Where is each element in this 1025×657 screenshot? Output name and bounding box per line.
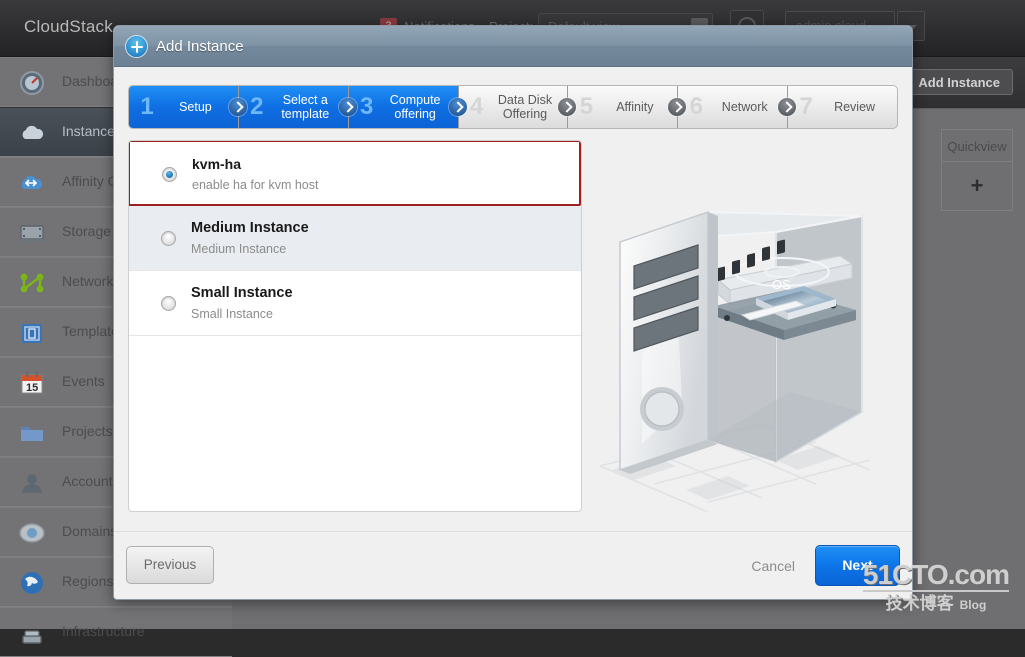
wizard-step-label: Network <box>708 100 787 114</box>
offering-description: Medium Instance <box>191 242 286 256</box>
offering-name: Medium Instance <box>191 220 309 236</box>
os-disc-label: OS <box>772 277 791 292</box>
templates-icon <box>18 320 46 346</box>
illustration-panel: OS <box>582 140 898 531</box>
table-column-divider <box>909 129 941 211</box>
offering-radio[interactable] <box>162 167 177 182</box>
offering-radio[interactable] <box>161 231 176 246</box>
affinity-cloud-icon <box>18 170 46 196</box>
offering-row[interactable]: Medium Instance Medium Instance <box>129 206 581 271</box>
offering-description: Small Instance <box>191 307 273 321</box>
wizard-step-5[interactable]: 5Affinity <box>568 86 678 128</box>
globe-icon <box>18 570 46 596</box>
sidebar-item-label: Events <box>62 373 105 389</box>
wizard-step-4[interactable]: 4Data DiskOffering <box>459 86 569 128</box>
sidebar-item-label: Accounts <box>62 473 120 489</box>
quickview-cell[interactable]: + <box>941 162 1013 211</box>
wizard-step-label: Data DiskOffering <box>489 93 568 121</box>
sidebar-item-label: Storage <box>62 223 111 239</box>
add-instance-dialog: Add Instance 1Setup2Select atemplate3Com… <box>113 25 913 600</box>
add-instance-label: Add Instance <box>918 75 1000 90</box>
svg-text:15: 15 <box>26 382 38 394</box>
wizard-steps: 1Setup2Select atemplate3Computeoffering4… <box>128 85 898 129</box>
sidebar-item-label: Infrastructure <box>62 623 144 639</box>
calendar-icon: 15 <box>18 370 46 396</box>
previous-button[interactable]: Previous <box>126 546 214 584</box>
wizard-step-number: 1 <box>129 93 159 121</box>
brand-logo: CloudStack <box>24 17 113 37</box>
folder-icon <box>18 420 46 446</box>
wizard-step-7[interactable]: 7Review <box>788 86 897 128</box>
compute-offering-list[interactable]: kvm-ha enable ha for kvm host Medium Insta… <box>128 140 582 512</box>
network-nodes-icon <box>18 270 46 296</box>
wizard-step-label: Setup <box>159 100 238 114</box>
dashboard-gauge-icon <box>18 70 46 96</box>
sidebar-item-label: Network <box>62 273 113 289</box>
cloud-icon <box>18 120 46 146</box>
dialog-title-bar: Add Instance <box>114 26 912 67</box>
computer-tower-illustration: OS <box>590 194 900 524</box>
storage-drive-icon <box>18 220 46 246</box>
cancel-button[interactable]: Cancel <box>751 558 795 574</box>
domain-icon <box>18 520 46 546</box>
wizard-step-6[interactable]: 6Network <box>678 86 788 128</box>
quickview-column-header: Quickview <box>941 129 1013 162</box>
wizard-step-3[interactable]: 3Computeoffering <box>349 86 459 128</box>
wizard-step-1[interactable]: 1Setup <box>129 86 239 128</box>
offering-row[interactable]: Small Instance Small Instance <box>129 271 581 336</box>
wizard-step-label: Affinity <box>598 100 677 114</box>
sidebar-item-label: Regions <box>62 573 113 589</box>
next-button[interactable]: Next <box>815 545 900 586</box>
dialog-footer: Previous Cancel Next <box>114 531 912 599</box>
dialog-title: Add Instance <box>156 38 244 55</box>
wizard-step-label: Computeoffering <box>379 93 458 121</box>
sidebar-item-label: Projects <box>62 423 113 439</box>
offering-name: kvm-ha <box>192 156 241 172</box>
offering-row[interactable]: kvm-ha enable ha for kvm host <box>128 140 581 206</box>
sidebar-item-infrastructure[interactable]: Infrastructure <box>0 607 232 657</box>
chevron-right-icon <box>339 98 357 116</box>
offering-description: enable ha for kvm host <box>192 178 318 192</box>
offering-name: Small Instance <box>191 285 293 301</box>
sidebar-item-label: Domains <box>62 523 117 539</box>
plus-circle-icon <box>126 36 147 57</box>
chevron-right-icon <box>449 98 467 116</box>
chevron-right-icon <box>229 98 247 116</box>
user-icon <box>18 470 46 496</box>
wizard-step-label: Review <box>818 100 897 114</box>
dialog-body: kvm-ha enable ha for kvm host Medium Insta… <box>114 140 912 531</box>
offering-radio[interactable] <box>161 296 176 311</box>
infrastructure-icon <box>18 620 46 646</box>
wizard-steps-wrapper: 1Setup2Select atemplate3Computeoffering4… <box>114 67 912 129</box>
wizard-step-label: Select atemplate <box>269 93 348 121</box>
wizard-step-2[interactable]: 2Select atemplate <box>239 86 349 128</box>
